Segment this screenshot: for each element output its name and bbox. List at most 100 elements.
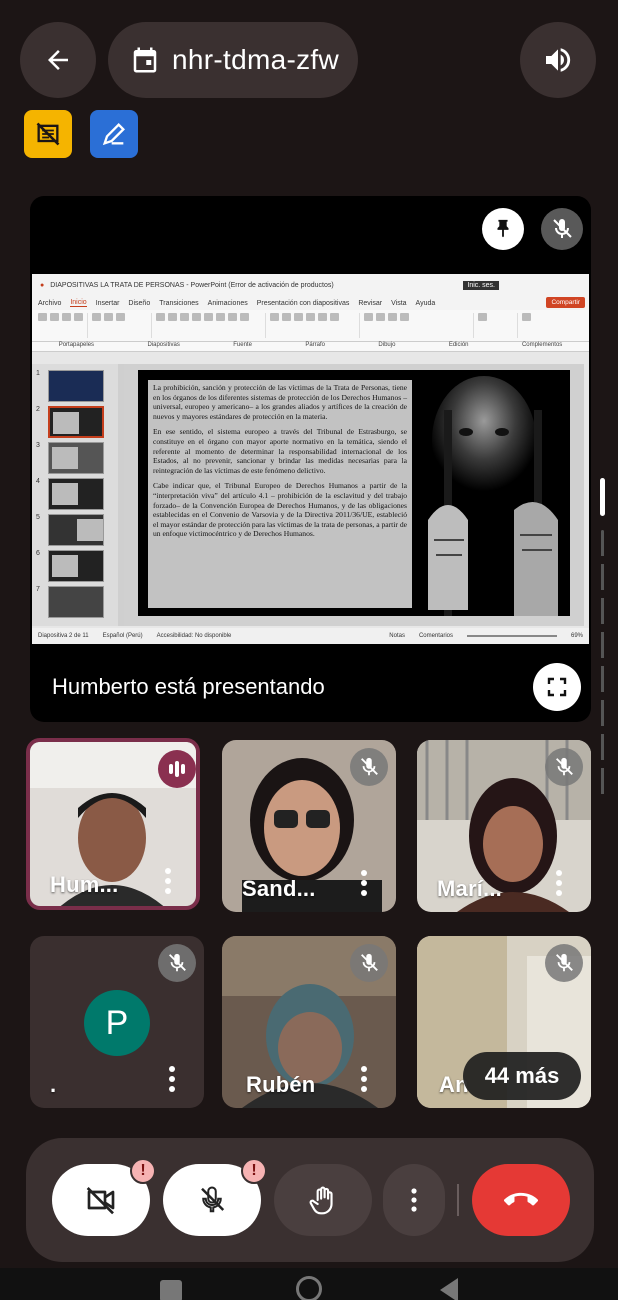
- mute-indicator: [545, 748, 583, 786]
- mute-indicator: [350, 944, 388, 982]
- participant-tile[interactable]: P .: [30, 936, 204, 1108]
- mic-off-icon: [361, 757, 378, 776]
- end-call-button[interactable]: [472, 1164, 570, 1236]
- ppt-menu-item[interactable]: Diseño: [128, 300, 150, 307]
- warning-badge: !: [241, 1158, 267, 1184]
- recents-icon[interactable]: [160, 1280, 182, 1300]
- ppt-menu-item[interactable]: Vista: [391, 300, 406, 307]
- slides-off-icon[interactable]: [24, 110, 72, 158]
- raise-hand-button[interactable]: [274, 1164, 372, 1236]
- camera-toggle-button[interactable]: !: [52, 1158, 156, 1236]
- mic-off-icon: [553, 219, 572, 238]
- more-vert-icon: [411, 1188, 417, 1212]
- fullscreen-icon: [547, 677, 567, 697]
- ppt-menu-item[interactable]: Animaciones: [208, 300, 248, 307]
- slide-thumbnail[interactable]: 2: [36, 406, 116, 438]
- slide-thumbnail[interactable]: 7: [36, 586, 116, 618]
- thumb-number: 6: [36, 550, 40, 557]
- slide-thumbnail[interactable]: 1: [36, 370, 116, 402]
- participant-tile[interactable]: An 44 más: [417, 936, 591, 1108]
- status-slide-count: Diapositiva 2 de 11: [38, 633, 89, 639]
- slide-thumbnail[interactable]: 6: [36, 550, 116, 582]
- draw-icon[interactable]: [90, 110, 138, 158]
- meeting-info-pill[interactable]: nhr-tdma-zfw: [108, 22, 358, 98]
- ppt-menu-item[interactable]: Insertar: [96, 300, 120, 307]
- mic-off-icon: [169, 953, 186, 972]
- raise-hand-icon: [309, 1186, 333, 1215]
- controls-divider: [457, 1184, 459, 1216]
- call-end-icon: [504, 1192, 538, 1206]
- arrow-back-icon: [48, 50, 68, 70]
- pin-button[interactable]: [482, 208, 524, 250]
- zoom-slider[interactable]: [466, 635, 557, 637]
- participant-tile[interactable]: Sand...: [222, 740, 396, 912]
- more-vert-icon[interactable]: [551, 868, 567, 898]
- slide-thumbnail[interactable]: 3: [36, 442, 116, 474]
- audio-bars-icon: [169, 761, 185, 777]
- ppt-group-label: Párrafo: [305, 342, 326, 348]
- participant-name: Hum...: [50, 872, 119, 897]
- ppt-group-label: Dibujo: [378, 342, 396, 348]
- participant-name: Rubén: [246, 1072, 316, 1097]
- status-language[interactable]: Español (Perú): [103, 633, 143, 639]
- scroll-indicator[interactable]: [600, 478, 605, 516]
- more-vert-icon[interactable]: [356, 1064, 372, 1094]
- more-vert-icon[interactable]: [164, 1064, 180, 1094]
- participant-tile[interactable]: Hum...: [26, 738, 200, 910]
- speaking-indicator: [158, 750, 196, 788]
- ppt-group-label: Diapositivas: [147, 342, 180, 348]
- thumb-number: 2: [36, 406, 40, 413]
- participant-tile[interactable]: Marí...: [417, 740, 591, 912]
- more-options-button[interactable]: [383, 1164, 445, 1236]
- ppt-menu-item[interactable]: Archivo: [38, 300, 61, 307]
- ppt-menu-item[interactable]: Revisar: [358, 300, 382, 307]
- participant-name: .: [50, 1072, 57, 1097]
- back-button[interactable]: [20, 22, 96, 98]
- call-controls: ! !: [26, 1138, 594, 1262]
- avatar: P: [84, 990, 150, 1056]
- ppt-group-label: Portapapeles: [58, 342, 95, 348]
- status-accessibility[interactable]: Accesibilidad: No disponible: [157, 633, 232, 639]
- ppt-ribbon: [32, 310, 589, 342]
- status-comments[interactable]: Comentarios: [419, 633, 453, 639]
- home-icon[interactable]: [296, 1276, 322, 1300]
- slide-photo: [414, 370, 570, 616]
- ppt-menu-bar: Archivo Inicio Insertar Diseño Transicio…: [32, 296, 589, 310]
- volume-up-icon: [546, 48, 571, 72]
- participant-tile[interactable]: Rubén: [222, 936, 396, 1108]
- thumb-number: 7: [36, 586, 40, 593]
- ppt-group-label: Fuente: [233, 342, 252, 348]
- ppt-menu-item[interactable]: Transiciones: [159, 300, 198, 307]
- more-participants-button[interactable]: 44 más: [463, 1052, 581, 1100]
- back-nav-icon[interactable]: [440, 1278, 458, 1300]
- draw-glyph: [102, 123, 125, 146]
- slide-thumbnail[interactable]: 4: [36, 478, 116, 510]
- ppt-share-button[interactable]: Compartir: [546, 297, 585, 308]
- more-vert-icon[interactable]: [160, 866, 176, 896]
- ppt-menu-item[interactable]: Ayuda: [416, 300, 436, 307]
- ppt-autosave-icon: ●: [40, 281, 45, 289]
- status-zoom[interactable]: 69%: [571, 633, 583, 639]
- mic-off-icon: [201, 1186, 225, 1213]
- system-navigation-bar: [0, 1268, 618, 1300]
- mic-toggle-button[interactable]: !: [163, 1158, 267, 1236]
- thumb-number: 3: [36, 442, 40, 449]
- more-vert-icon[interactable]: [356, 868, 372, 898]
- slide-paragraph: Cabe indicar que, el Tribunal Europeo de…: [153, 481, 407, 539]
- ppt-title-bar: ● DIAPOSITIVAS LA TRATA DE PERSONAS - Po…: [32, 274, 589, 296]
- fullscreen-button[interactable]: [533, 663, 581, 711]
- thumb-number: 1: [36, 370, 40, 377]
- presenter-label: Humberto está presentando: [52, 674, 325, 699]
- ppt-menu-item[interactable]: Presentación con diapositivas: [257, 300, 350, 307]
- status-notes[interactable]: Notas: [389, 633, 405, 639]
- ppt-group-label: Complementos: [521, 342, 563, 348]
- presenter-mute-indicator: [541, 208, 583, 250]
- ppt-menu-item[interactable]: Inicio: [70, 299, 87, 307]
- audio-output-button[interactable]: [520, 22, 596, 98]
- thumb-number: 4: [36, 478, 40, 485]
- slide-thumbnail[interactable]: 5: [36, 514, 116, 546]
- slides-off-glyph: [36, 122, 60, 146]
- ppt-sign-in[interactable]: Inic. ses.: [463, 280, 499, 290]
- participant-name: Marí...: [437, 876, 502, 901]
- meeting-code: nhr-tdma-zfw: [172, 44, 339, 75]
